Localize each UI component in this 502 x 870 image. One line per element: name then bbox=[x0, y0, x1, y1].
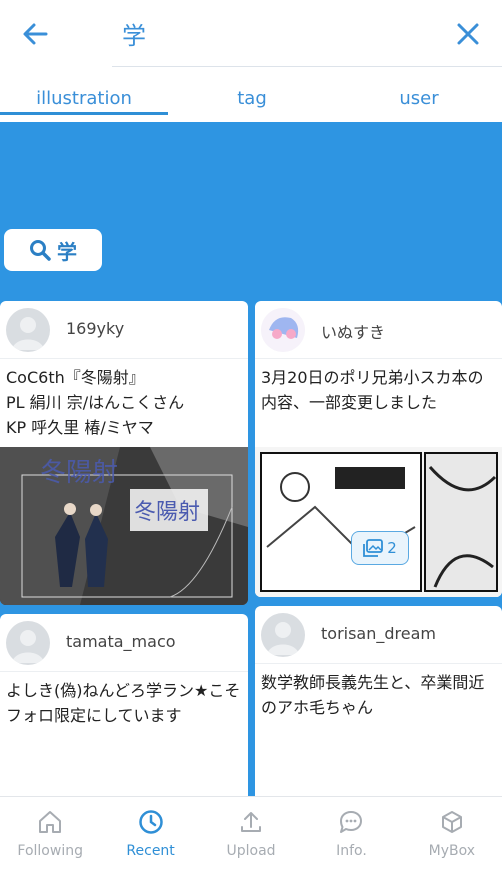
search-chip-label: 学 bbox=[57, 239, 77, 264]
illustration-thumbnail[interactable]: 冬陽射 冬陽射 bbox=[0, 447, 248, 605]
illustration-card[interactable]: torisan_dream 数学教師長義先生と、卒業間近のアホ毛ちゃん bbox=[255, 606, 502, 804]
nav-label: Following bbox=[17, 842, 83, 859]
nav-recent[interactable]: Recent bbox=[100, 797, 200, 870]
username[interactable]: tamata_maco bbox=[66, 632, 176, 651]
illustration-card[interactable]: 169yky CoC6th『冬陽射』 PL 絹川 宗/はんこくさん KP 呼久里… bbox=[0, 301, 248, 605]
chat-icon bbox=[340, 810, 363, 833]
nav-upload[interactable]: Upload bbox=[201, 797, 301, 870]
nav-label: Recent bbox=[126, 842, 175, 859]
clock-icon bbox=[138, 809, 163, 834]
search-icon bbox=[30, 240, 51, 261]
nav-mybox[interactable]: MyBox bbox=[402, 797, 502, 870]
card-caption: よしき(偽)ねんどろ学ラン★こそフォロ限定にしています bbox=[6, 681, 241, 725]
artwork-subtitle-text: 冬陽射 bbox=[134, 500, 200, 525]
nav-label: Info. bbox=[336, 842, 367, 859]
illustration-card[interactable]: tamata_maco よしき(偽)ねんどろ学ラン★こそフォロ限定にしています bbox=[0, 614, 248, 804]
avatar[interactable] bbox=[6, 308, 50, 352]
search-chip[interactable]: 学 bbox=[4, 229, 102, 271]
avatar[interactable] bbox=[6, 621, 50, 665]
tab-tag[interactable]: tag bbox=[168, 88, 336, 109]
illustration-thumbnail[interactable]: 2 bbox=[255, 447, 502, 597]
card-caption: 3月20日のポリ兄弟小スカ本の内容、一部変更しました bbox=[261, 368, 484, 412]
nav-info[interactable]: Info. bbox=[301, 797, 401, 870]
clear-search-button[interactable] bbox=[450, 16, 486, 52]
card-header: torisan_dream bbox=[255, 606, 502, 664]
tab-illustration[interactable]: illustration bbox=[0, 88, 168, 109]
user-avatar-icon bbox=[261, 308, 305, 352]
image-count: 2 bbox=[387, 539, 397, 557]
artwork-image: 冬陽射 冬陽射 bbox=[0, 447, 248, 605]
back-arrow-icon bbox=[23, 23, 48, 45]
default-avatar-icon bbox=[12, 317, 44, 350]
nav-label: Upload bbox=[226, 842, 276, 859]
card-header: tamata_maco bbox=[0, 614, 248, 672]
username[interactable]: torisan_dream bbox=[321, 624, 436, 643]
multi-image-badge: 2 bbox=[351, 531, 409, 565]
top-bar: 学 bbox=[0, 0, 502, 72]
username[interactable]: いぬすき bbox=[321, 319, 385, 343]
username[interactable]: 169yky bbox=[66, 319, 124, 338]
search-underline bbox=[112, 66, 502, 67]
upload-icon bbox=[241, 811, 262, 832]
search-input[interactable]: 学 bbox=[122, 16, 146, 51]
active-tab-indicator bbox=[0, 112, 168, 115]
close-icon bbox=[457, 23, 479, 45]
card-caption: CoC6th『冬陽射』 PL 絹川 宗/はんこくさん KP 呼久里 椿/ミヤマ bbox=[6, 368, 185, 437]
search-type-tabs: illustration tag user bbox=[0, 76, 502, 122]
illustration-card[interactable]: いぬすき 3月20日のポリ兄弟小スカ本の内容、一部変更しました 2 bbox=[255, 301, 502, 597]
avatar[interactable] bbox=[261, 308, 305, 352]
default-avatar-icon bbox=[12, 630, 44, 663]
home-icon bbox=[39, 810, 62, 833]
default-avatar-icon bbox=[267, 622, 299, 655]
artwork-title-text: 冬陽射 bbox=[40, 458, 118, 488]
card-header: いぬすき bbox=[255, 301, 502, 359]
bottom-navigation: Following Recent Upload Info. MyBox bbox=[0, 796, 502, 870]
manga-image bbox=[255, 447, 502, 597]
box-icon bbox=[441, 810, 462, 833]
nav-label: MyBox bbox=[428, 842, 476, 859]
nav-following[interactable]: Following bbox=[0, 797, 100, 870]
images-icon bbox=[363, 539, 384, 557]
avatar[interactable] bbox=[261, 613, 305, 657]
back-button[interactable] bbox=[18, 16, 54, 52]
card-caption: 数学教師長義先生と、卒業間近のアホ毛ちゃん bbox=[261, 673, 485, 717]
card-header: 169yky bbox=[0, 301, 248, 359]
tab-user[interactable]: user bbox=[336, 88, 502, 109]
